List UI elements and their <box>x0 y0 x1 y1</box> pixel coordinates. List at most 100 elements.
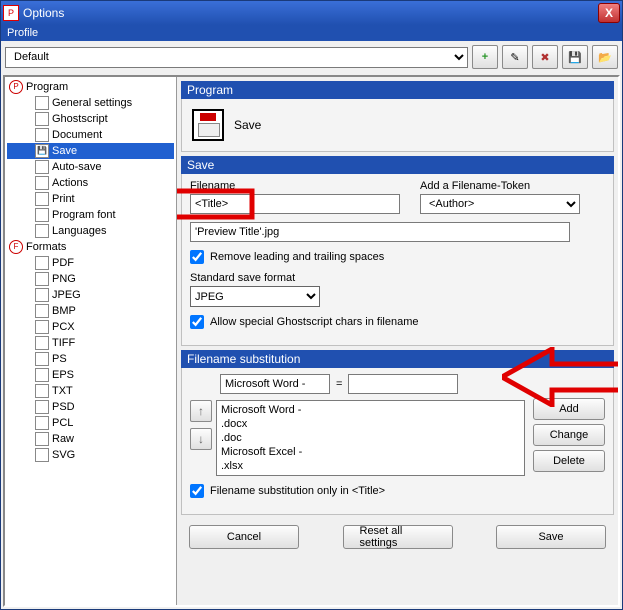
profile-add-button[interactable]: + <box>472 45 498 69</box>
tree-item-ghostscript[interactable]: Ghostscript <box>7 111 174 127</box>
file-icon <box>35 416 49 430</box>
tree-item-pcl[interactable]: PCL <box>7 415 174 431</box>
printer-icon <box>35 192 49 206</box>
right-pane: Program Save Save Filename Add a Filenam… <box>177 77 618 605</box>
tree-item-eps[interactable]: EPS <box>7 367 174 383</box>
profile-edit-button[interactable]: ✎ <box>502 45 528 69</box>
doc-icon <box>35 112 49 126</box>
plus-icon: + <box>482 51 488 63</box>
file-icon <box>35 368 49 382</box>
file-icon <box>35 432 49 446</box>
titlebar: P Options X <box>1 1 622 25</box>
tree-item-raw[interactable]: Raw <box>7 431 174 447</box>
fs-delete-button[interactable]: Delete <box>533 450 605 472</box>
chk-trim-label: Remove leading and trailing spaces <box>210 251 384 263</box>
profile-save-button[interactable]: 💾 <box>562 45 588 69</box>
font-icon <box>35 208 49 222</box>
equals-label: = <box>336 378 342 390</box>
std-format-label: Standard save format <box>190 272 605 284</box>
file-icon <box>35 256 49 270</box>
list-item[interactable]: .xlsx <box>221 459 520 473</box>
save-button[interactable]: Save <box>496 525 606 549</box>
section-save-head: Save <box>181 156 614 174</box>
file-icon <box>35 288 49 302</box>
fs-move-up[interactable]: ↑ <box>190 400 212 422</box>
tree-item-ps[interactable]: PS <box>7 351 174 367</box>
tree-root-program[interactable]: PProgram <box>7 79 174 95</box>
section-fs-head: Filename substitution <box>181 350 614 368</box>
tree-item-bmp[interactable]: BMP <box>7 303 174 319</box>
tree-item-svg[interactable]: SVG <box>7 447 174 463</box>
token-select[interactable]: <Author> <box>420 194 580 214</box>
save-large-icon <box>192 109 224 141</box>
app-icon: P <box>3 5 19 21</box>
flag-icon <box>35 224 49 238</box>
tree-item-save[interactable]: 💾Save <box>7 143 174 159</box>
fs-list[interactable]: Microsoft Word - .docx .doc Microsoft Ex… <box>216 400 525 476</box>
token-label: Add a Filename-Token <box>420 180 580 192</box>
list-item[interactable]: Microsoft Excel - <box>221 445 520 459</box>
tree-item-font[interactable]: Program font <box>7 207 174 223</box>
tree-item-document[interactable]: Document <box>7 127 174 143</box>
tree-root-formats[interactable]: FFormats <box>7 239 174 255</box>
tree-item-png[interactable]: PNG <box>7 271 174 287</box>
tree-item-general[interactable]: General settings <box>7 95 174 111</box>
body-split: PProgram General settings Ghostscript Do… <box>3 75 620 607</box>
reset-button[interactable]: Reset all settings <box>343 525 453 549</box>
bottom-row: Cancel Reset all settings Save <box>181 515 614 559</box>
tree-item-pcx[interactable]: PCX <box>7 319 174 335</box>
chk-fs-title-only[interactable] <box>190 484 204 498</box>
fs-change-button[interactable]: Change <box>533 424 605 446</box>
floppy-icon: 💾 <box>35 144 49 158</box>
profile-delete-button[interactable]: ✖ <box>532 45 558 69</box>
filename-input[interactable] <box>190 194 400 214</box>
file-icon <box>35 352 49 366</box>
formats-icon: F <box>9 240 23 254</box>
doc-icon <box>35 96 49 110</box>
tree-item-pdf[interactable]: PDF <box>7 255 174 271</box>
profile-label: Profile <box>7 27 38 39</box>
file-icon <box>35 384 49 398</box>
filename-preview <box>190 222 570 242</box>
file-icon <box>35 304 49 318</box>
tree-item-tiff[interactable]: TIFF <box>7 335 174 351</box>
tree-item-autosave[interactable]: Auto-save <box>7 159 174 175</box>
file-icon <box>35 320 49 334</box>
options-window: P Options X Profile Default + ✎ ✖ 💾 📂 PP… <box>0 0 623 610</box>
tree-item-languages[interactable]: Languages <box>7 223 174 239</box>
tree-item-print[interactable]: Print <box>7 191 174 207</box>
fs-match-input[interactable] <box>220 374 330 394</box>
file-icon <box>35 336 49 350</box>
fs-replace-input[interactable] <box>348 374 458 394</box>
list-item[interactable]: .docx <box>221 417 520 431</box>
floppy-icon: 💾 <box>568 51 582 64</box>
tree-item-jpeg[interactable]: JPEG <box>7 287 174 303</box>
program-icon: P <box>9 80 23 94</box>
doc-icon <box>35 128 49 142</box>
section-program: Save <box>181 99 614 152</box>
section-save: Filename Add a Filename-Token <Author> R… <box>181 174 614 346</box>
list-item[interactable]: .doc <box>221 431 520 445</box>
fs-move-down[interactable]: ↓ <box>190 428 212 450</box>
tree-panel: PProgram General settings Ghostscript Do… <box>5 77 177 605</box>
pencil-icon: ✎ <box>510 51 519 64</box>
section-fs: = ↑ ↓ Microsoft Word - .docx .doc <box>181 368 614 515</box>
file-icon <box>35 400 49 414</box>
chk-gs-chars[interactable] <box>190 315 204 329</box>
tree-item-txt[interactable]: TXT <box>7 383 174 399</box>
delete-icon: ✖ <box>540 51 549 64</box>
tree-item-actions[interactable]: Actions <box>7 175 174 191</box>
list-item[interactable]: .xls <box>221 473 520 476</box>
close-button[interactable]: X <box>598 3 620 23</box>
profile-select[interactable]: Default <box>5 47 468 68</box>
profile-open-button[interactable]: 📂 <box>592 45 618 69</box>
file-icon <box>35 448 49 462</box>
list-item[interactable]: Microsoft Word - <box>221 403 520 417</box>
tree-item-psd[interactable]: PSD <box>7 399 174 415</box>
chk-trim-spaces[interactable] <box>190 250 204 264</box>
fs-add-button[interactable]: Add <box>533 398 605 420</box>
cancel-button[interactable]: Cancel <box>189 525 299 549</box>
section-program-head: Program <box>181 81 614 99</box>
std-format-select[interactable]: JPEG <box>190 286 320 307</box>
profile-bar: Profile <box>1 25 622 41</box>
